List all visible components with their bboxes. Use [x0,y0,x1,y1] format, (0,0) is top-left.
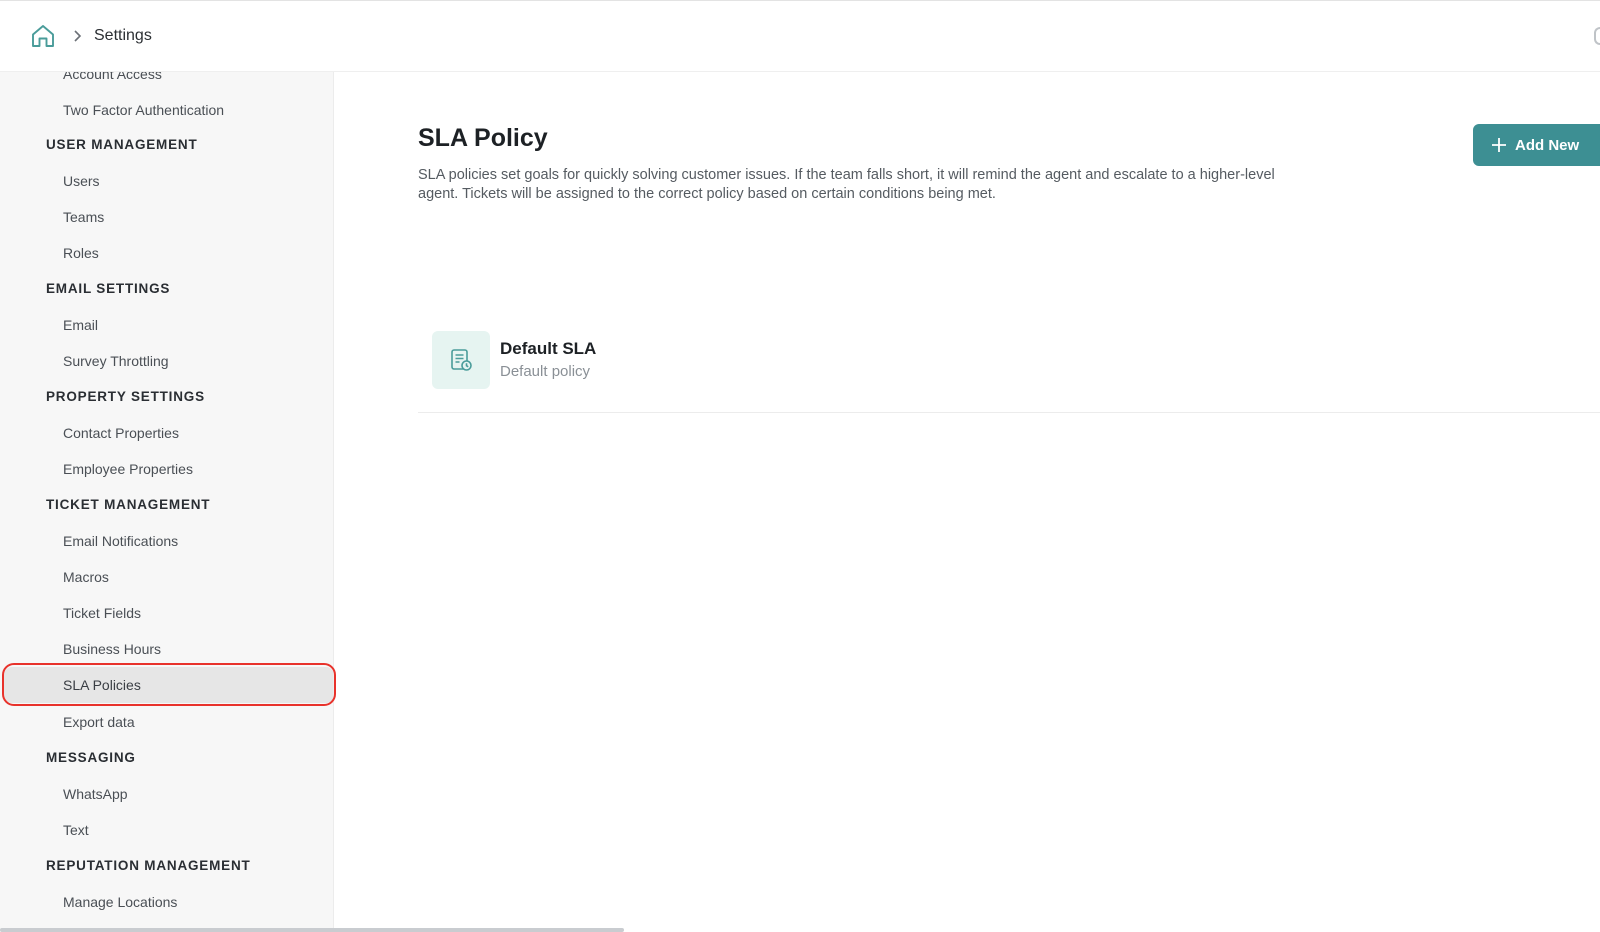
sidebar-item-ticket-fields[interactable]: Ticket Fields [0,595,333,631]
sidebar-item-export-data[interactable]: Export data [0,704,333,740]
partial-avatar-icon[interactable] [1594,27,1600,45]
sidebar-item-label: Account Access [63,72,162,82]
sidebar-item-label: Two Factor Authentication [63,102,225,118]
sidebar-item-teams[interactable]: Teams [0,199,333,235]
sidebar-item-business-hours[interactable]: Business Hours [0,631,333,667]
sidebar-item-sla-policies[interactable]: SLA Policies [4,667,333,703]
home-icon[interactable] [30,23,56,49]
sidebar-item-survey-throttling[interactable]: Survey Throttling [0,343,333,379]
section-title-user-management: USER MANAGEMENT [46,137,198,152]
section-title-email-settings: EMAIL SETTINGS [46,281,171,296]
policy-subtitle: Default policy [500,363,591,380]
row-divider [418,412,1600,413]
page-title: SLA Policy [418,124,548,152]
sidebar-item-macros[interactable]: Macros [0,559,333,595]
top-bar: Settings [0,0,1600,72]
sidebar-item-label: Users [63,173,100,189]
page-description: SLA policies set goals for quickly solvi… [418,167,1275,202]
sidebar-item-label: Roles [63,245,99,261]
section-title-reputation-management: REPUTATION MANAGEMENT [46,858,251,873]
sidebar-item-label: Teams [63,209,105,225]
sidebar-item-email-notifications[interactable]: Email Notifications [0,523,333,559]
breadcrumb-current: Settings [94,27,152,44]
sidebar-item-label: SLA Policies [63,677,141,693]
settings-sidebar: Account Access Two Factor Authentication… [0,72,334,932]
sidebar-item-label: Manage Locations [63,894,178,910]
sidebar-item-label: Email [63,317,99,333]
main-content: SLA Policy SLA policies set goals for qu… [334,72,1600,932]
sidebar-item-label: Contact Properties [63,425,179,441]
sidebar-item-two-factor-authentication[interactable]: Two Factor Authentication [0,92,333,128]
add-new-button[interactable]: Add New [1473,124,1600,166]
sidebar-item-whatsapp[interactable]: WhatsApp [0,776,333,812]
horizontal-scrollbar[interactable] [0,928,624,932]
sla-document-clock-icon [432,331,490,389]
sidebar-item-roles[interactable]: Roles [0,235,333,271]
policy-name: Default SLA [500,339,597,358]
sidebar-item-account-access[interactable]: Account Access [0,72,333,92]
sidebar-item-label: WhatsApp [63,786,128,802]
sidebar-item-users[interactable]: Users [0,163,333,199]
sidebar-item-label: Text [63,822,89,838]
plus-icon [1491,137,1507,153]
add-new-label: Add New [1515,136,1580,154]
sidebar-item-label: Macros [63,569,109,585]
sidebar-item-manage-locations[interactable]: Manage Locations [0,884,333,920]
sidebar-item-text[interactable]: Text [0,812,333,848]
sidebar-item-label: Survey Throttling [63,353,169,369]
sidebar-item-label: Export data [63,714,135,730]
sidebar-item-label: Business Hours [63,641,162,657]
section-title-property-settings: PROPERTY SETTINGS [46,389,205,404]
sidebar-item-contact-properties[interactable]: Contact Properties [0,415,333,451]
sidebar-item-label: Ticket Fields [63,605,142,621]
section-title-messaging: MESSAGING [46,750,136,765]
sidebar-item-label: Email Notifications [63,533,179,549]
sidebar-item-employee-properties[interactable]: Employee Properties [0,451,333,487]
sidebar-item-label: Employee Properties [63,461,193,477]
policy-row-default-sla[interactable]: Default SLA Default policy [418,249,1600,413]
sidebar-item-email[interactable]: Email [0,307,333,343]
section-title-ticket-management: TICKET MANAGEMENT [46,497,211,512]
chevron-right-icon [70,29,84,43]
